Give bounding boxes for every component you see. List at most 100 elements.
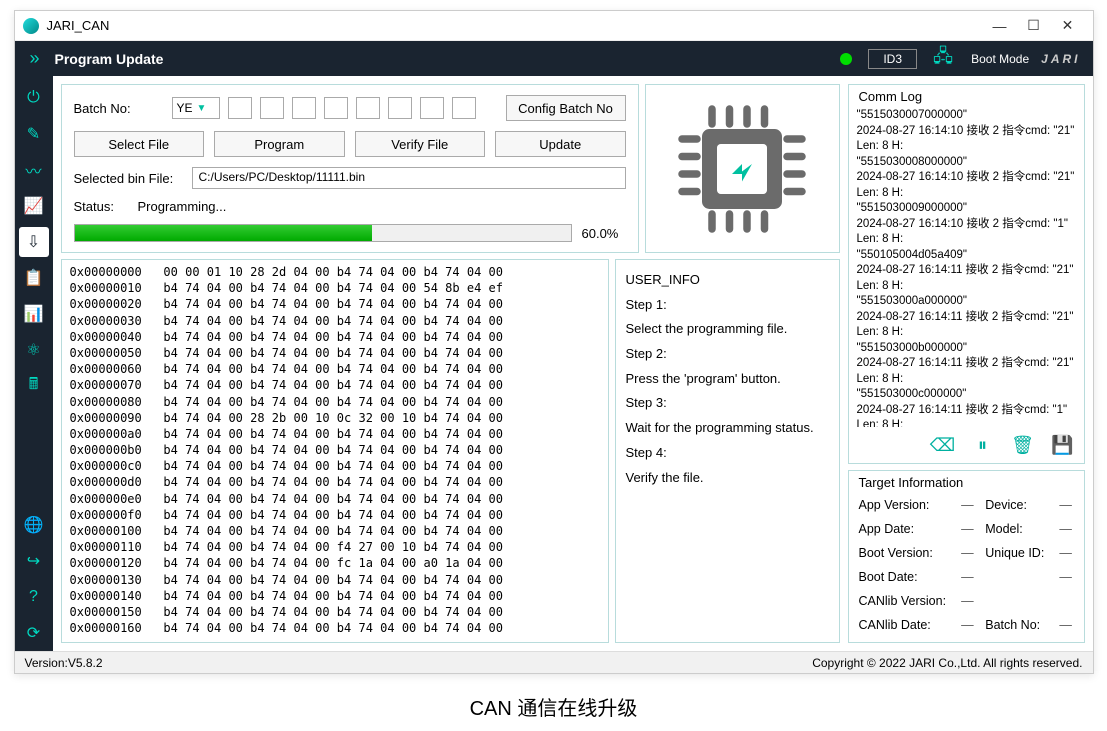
close-icon[interactable]: ✕ <box>1051 15 1085 37</box>
user-info-panel: USER_INFOStep 1:Select the programming f… <box>615 259 840 643</box>
target-value: — <box>959 498 975 512</box>
log-line: "551503000c000000" <box>857 387 1076 403</box>
batch-digit-6[interactable] <box>388 97 412 119</box>
sidebar-calculator-icon[interactable]: 🖩 <box>19 371 49 401</box>
target-value: — <box>959 594 975 608</box>
target-value: — <box>1058 522 1074 536</box>
target-value: — <box>1058 546 1074 560</box>
batch-digit-8[interactable] <box>452 97 476 119</box>
log-line: "551503000a000000" <box>857 294 1076 310</box>
sidebar-wave-icon[interactable]: 〰 <box>19 155 49 185</box>
hex-line: 0x000000a0 b4 74 04 00 b4 74 04 00 b4 74… <box>70 426 600 442</box>
batch-digit-2[interactable] <box>260 97 284 119</box>
user-info-line: Step 2: <box>626 342 829 367</box>
user-info-line: Select the programming file. <box>626 317 829 342</box>
sidebar-globe-icon[interactable]: 🌐 <box>19 510 49 540</box>
user-info-line: Step 3: <box>626 391 829 416</box>
batch-digit-7[interactable] <box>420 97 444 119</box>
maximize-icon[interactable]: ☐ <box>1017 15 1051 37</box>
log-line: 2024-08-27 16:14:11 接收 2 指令cmd: "21" Len… <box>857 356 1076 387</box>
user-info-line: Wait for the programming status. <box>626 416 829 441</box>
app-window: JARI_CAN — ☐ ✕ » Program Update ID3 🖧 Bo… <box>14 10 1094 674</box>
hex-line: 0x000000d0 b4 74 04 00 b4 74 04 00 b4 74… <box>70 474 600 490</box>
clear-log-icon[interactable]: ⌫ <box>930 433 956 457</box>
sidebar-log-icon[interactable]: 📋 <box>19 263 49 293</box>
pause-log-icon[interactable]: ⏸ <box>970 433 996 457</box>
progress-bar <box>74 224 572 242</box>
window-title: JARI_CAN <box>47 18 983 33</box>
selected-file-label: Selected bin File: <box>74 171 184 186</box>
hex-line: 0x00000030 b4 74 04 00 b4 74 04 00 b4 74… <box>70 313 600 329</box>
sidebar-share-icon[interactable]: ↪ <box>19 546 49 576</box>
config-batch-button[interactable]: Config Batch No <box>506 95 626 121</box>
batch-digit-3[interactable] <box>292 97 316 119</box>
target-value: — <box>959 522 975 536</box>
batch-select[interactable]: YE▼ <box>172 97 220 119</box>
ribbon: » Program Update ID3 🖧 Boot Mode JARI <box>15 41 1093 76</box>
target-value: — <box>1058 618 1074 632</box>
save-log-icon[interactable]: 💾 <box>1050 433 1076 457</box>
sidebar-network-icon[interactable]: ⏻ <box>19 83 49 113</box>
sidebar-help-icon[interactable]: ? <box>19 582 49 612</box>
log-line: 2024-08-27 16:14:11 接收 2 指令cmd: "1" Len:… <box>857 403 1076 427</box>
chevrons-icon[interactable]: » <box>15 48 55 69</box>
hex-line: 0x000000e0 b4 74 04 00 b4 74 04 00 b4 74… <box>70 491 600 507</box>
log-line: 2024-08-27 16:14:10 接收 2 指令cmd: "1" Len:… <box>857 217 1076 248</box>
hex-line: 0x00000040 b4 74 04 00 b4 74 04 00 b4 74… <box>70 329 600 345</box>
target-label: CANlib Version: <box>859 594 950 608</box>
target-label: Boot Version: <box>859 546 950 560</box>
controls-panel: Batch No: YE▼ Config Batch No <box>61 84 639 253</box>
delete-log-icon[interactable]: 🗑 <box>1010 433 1036 457</box>
hex-line: 0x00000070 b4 74 04 00 b4 74 04 00 b4 74… <box>70 377 600 393</box>
target-label: Unique ID: <box>985 546 1047 560</box>
select-file-button[interactable]: Select File <box>74 131 205 157</box>
batch-no-label: Batch No: <box>74 101 164 116</box>
log-line: 2024-08-27 16:14:10 接收 2 指令cmd: "21" Len… <box>857 124 1076 155</box>
sidebar-download-icon[interactable]: ⇩ <box>19 227 49 257</box>
verify-file-button[interactable]: Verify File <box>355 131 486 157</box>
log-line: "5515030007000000" <box>857 108 1076 124</box>
device-icon[interactable]: 🖧 <box>933 44 953 74</box>
target-info-title: Target Information <box>849 471 1084 492</box>
program-button[interactable]: Program <box>214 131 345 157</box>
sidebar-scope-icon[interactable]: 📊 <box>19 299 49 329</box>
minimize-icon[interactable]: — <box>983 15 1017 37</box>
batch-digit-1[interactable] <box>228 97 252 119</box>
figure-caption: CAN 通信在线升级 <box>0 692 1107 721</box>
page-title: Program Update <box>55 51 184 67</box>
batch-digit-5[interactable] <box>356 97 380 119</box>
app-icon <box>23 18 39 34</box>
selected-file-input[interactable]: C:/Users/PC/Desktop/11111.bin <box>192 167 626 189</box>
user-info-title: USER_INFO <box>626 268 829 293</box>
sidebar-chart-icon[interactable]: 📈 <box>19 191 49 221</box>
target-label: Batch No: <box>985 618 1047 632</box>
version-label: Version:V5.8.2 <box>25 656 103 670</box>
hex-line: 0x000000b0 b4 74 04 00 b4 74 04 00 b4 74… <box>70 442 600 458</box>
sidebar-molecule-icon[interactable]: ⚛ <box>19 335 49 365</box>
target-info-panel: Target Information App Version:—Device:—… <box>848 470 1085 643</box>
update-button[interactable]: Update <box>495 131 626 157</box>
progress-percent: 60.0% <box>582 226 626 241</box>
sidebar-power-icon[interactable]: ⟳ <box>19 618 49 648</box>
titlebar: JARI_CAN — ☐ ✕ <box>15 11 1093 41</box>
id-select[interactable]: ID3 <box>868 49 917 69</box>
target-label: Boot Date: <box>859 570 950 584</box>
target-value: — <box>959 570 975 584</box>
target-label: Model: <box>985 522 1047 536</box>
hex-line: 0x00000100 b4 74 04 00 b4 74 04 00 b4 74… <box>70 523 600 539</box>
status-bar: Version:V5.8.2 Copyright © 2022 JARI Co.… <box>15 651 1093 673</box>
hex-line: 0x00000050 b4 74 04 00 b4 74 04 00 b4 74… <box>70 345 600 361</box>
target-value: — <box>959 546 975 560</box>
status-label: Status: <box>74 199 124 214</box>
comm-log-body[interactable]: "5515030007000000"2024-08-27 16:14:10 接收… <box>849 106 1084 427</box>
hex-line: 0x00000160 b4 74 04 00 b4 74 04 00 b4 74… <box>70 620 600 636</box>
target-label: CANlib Date: <box>859 618 950 632</box>
batch-digit-4[interactable] <box>324 97 348 119</box>
hex-line: 0x00000140 b4 74 04 00 b4 74 04 00 b4 74… <box>70 588 600 604</box>
status-value: Programming... <box>138 199 227 214</box>
log-line: "5515030009000000" <box>857 201 1076 217</box>
hex-dump[interactable]: 0x00000000 00 00 01 10 28 2d 04 00 b4 74… <box>61 259 609 643</box>
status-led-icon <box>840 53 852 65</box>
sidebar-edit-icon[interactable]: ✎ <box>19 119 49 149</box>
log-line: "550105004d05a409" <box>857 248 1076 264</box>
